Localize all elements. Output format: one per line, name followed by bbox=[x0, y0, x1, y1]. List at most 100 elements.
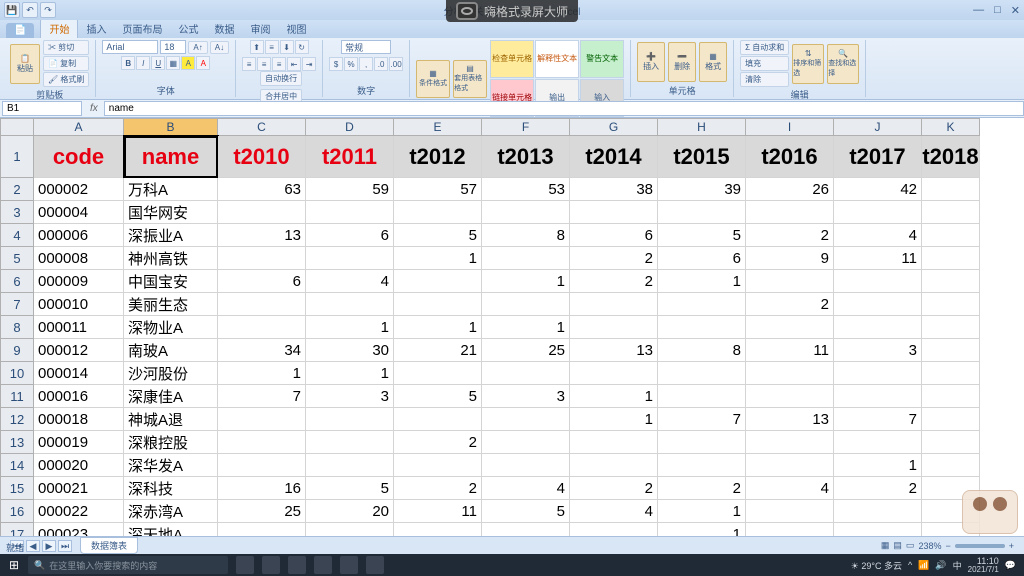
data-cell[interactable] bbox=[482, 201, 570, 224]
header-cell[interactable]: name bbox=[124, 136, 218, 178]
data-cell[interactable]: 000020 bbox=[34, 454, 124, 477]
data-cell[interactable]: 5 bbox=[306, 477, 394, 500]
row-header[interactable]: 17 bbox=[0, 523, 34, 536]
data-cell[interactable]: 000023 bbox=[34, 523, 124, 536]
data-cell[interactable]: 1 bbox=[306, 362, 394, 385]
data-cell[interactable] bbox=[658, 362, 746, 385]
data-cell[interactable]: 11 bbox=[834, 247, 922, 270]
task-icon[interactable] bbox=[314, 556, 332, 574]
row-header[interactable]: 14 bbox=[0, 454, 34, 477]
sheet-tab[interactable]: 数据簿表 bbox=[80, 537, 138, 554]
ribbon-tab[interactable]: 开始 bbox=[40, 18, 78, 38]
col-header[interactable]: B bbox=[124, 118, 218, 136]
data-cell[interactable] bbox=[834, 270, 922, 293]
data-cell[interactable]: 沙河股份 bbox=[124, 362, 218, 385]
data-cell[interactable] bbox=[922, 431, 980, 454]
align-top[interactable]: ⬆ bbox=[250, 40, 264, 54]
data-cell[interactable]: 000002 bbox=[34, 178, 124, 201]
data-cell[interactable] bbox=[570, 454, 658, 477]
ribbon-tab[interactable]: 页面布局 bbox=[114, 19, 170, 38]
data-cell[interactable]: 深康佳A bbox=[124, 385, 218, 408]
delete-cells[interactable]: ➖删除 bbox=[668, 42, 696, 82]
data-cell[interactable] bbox=[834, 500, 922, 523]
data-cell[interactable]: 1 bbox=[570, 385, 658, 408]
data-cell[interactable]: 000018 bbox=[34, 408, 124, 431]
data-cell[interactable]: 深赤湾A bbox=[124, 500, 218, 523]
header-cell[interactable]: t2014 bbox=[570, 136, 658, 178]
data-cell[interactable]: 000022 bbox=[34, 500, 124, 523]
insert-cells[interactable]: ➕插入 bbox=[637, 42, 665, 82]
data-cell[interactable]: 7 bbox=[658, 408, 746, 431]
file-menu[interactable]: 📄 bbox=[6, 23, 34, 38]
data-cell[interactable]: 神城A退 bbox=[124, 408, 218, 431]
font-size[interactable]: 18 bbox=[160, 40, 186, 54]
data-cell[interactable] bbox=[922, 316, 980, 339]
task-icon[interactable] bbox=[236, 556, 254, 574]
data-cell[interactable] bbox=[394, 408, 482, 431]
view-normal-icon[interactable]: ▦ bbox=[881, 540, 890, 551]
data-cell[interactable]: 4 bbox=[834, 224, 922, 247]
row-header[interactable]: 13 bbox=[0, 431, 34, 454]
data-cell[interactable]: 中国宝安 bbox=[124, 270, 218, 293]
data-cell[interactable]: 6 bbox=[306, 224, 394, 247]
currency[interactable]: $ bbox=[329, 57, 343, 71]
data-cell[interactable]: 南玻A bbox=[124, 339, 218, 362]
wrap-text[interactable]: 自动换行 bbox=[260, 71, 302, 86]
data-cell[interactable]: 25 bbox=[218, 500, 306, 523]
data-cell[interactable]: 3 bbox=[482, 385, 570, 408]
data-cell[interactable] bbox=[570, 431, 658, 454]
data-cell[interactable] bbox=[306, 454, 394, 477]
percent[interactable]: % bbox=[344, 57, 358, 71]
data-cell[interactable]: 16 bbox=[218, 477, 306, 500]
data-cell[interactable] bbox=[218, 293, 306, 316]
data-cell[interactable] bbox=[218, 316, 306, 339]
data-cell[interactable] bbox=[922, 224, 980, 247]
clear[interactable]: 清除 bbox=[740, 72, 789, 87]
ribbon-tab[interactable]: 数据 bbox=[206, 19, 242, 38]
col-header[interactable]: F bbox=[482, 118, 570, 136]
comma[interactable]: , bbox=[359, 57, 373, 71]
col-header[interactable]: H bbox=[658, 118, 746, 136]
qat-undo-icon[interactable]: ↶ bbox=[22, 2, 38, 18]
col-header[interactable]: G bbox=[570, 118, 658, 136]
data-cell[interactable]: 3 bbox=[306, 385, 394, 408]
shrink-font[interactable]: A↓ bbox=[210, 41, 229, 54]
data-cell[interactable] bbox=[746, 523, 834, 536]
data-cell[interactable] bbox=[922, 408, 980, 431]
data-cell[interactable] bbox=[834, 385, 922, 408]
data-cell[interactable]: 6 bbox=[570, 224, 658, 247]
data-cell[interactable]: 57 bbox=[394, 178, 482, 201]
data-cell[interactable]: 2 bbox=[394, 431, 482, 454]
data-cell[interactable]: 000019 bbox=[34, 431, 124, 454]
col-header[interactable]: E bbox=[394, 118, 482, 136]
col-header[interactable]: J bbox=[834, 118, 922, 136]
data-cell[interactable]: 神州高铁 bbox=[124, 247, 218, 270]
tray-net-icon[interactable]: 📶 bbox=[918, 560, 929, 571]
data-cell[interactable]: 2 bbox=[570, 247, 658, 270]
data-cell[interactable]: 3 bbox=[834, 339, 922, 362]
data-cell[interactable]: 美丽生态 bbox=[124, 293, 218, 316]
ribbon-tab[interactable]: 审阅 bbox=[242, 19, 278, 38]
task-icon[interactable] bbox=[262, 556, 280, 574]
data-cell[interactable]: 53 bbox=[482, 178, 570, 201]
data-cell[interactable]: 000014 bbox=[34, 362, 124, 385]
data-cell[interactable]: 1 bbox=[658, 500, 746, 523]
tray-ime-icon[interactable]: 中 bbox=[953, 559, 962, 572]
data-cell[interactable] bbox=[482, 431, 570, 454]
zoom-level[interactable]: 238% bbox=[918, 541, 941, 551]
qat-redo-icon[interactable]: ↷ bbox=[40, 2, 56, 18]
fill-color-button[interactable]: A bbox=[181, 56, 195, 70]
row-header[interactable]: 16 bbox=[0, 500, 34, 523]
zoom-in[interactable]: + bbox=[1009, 541, 1014, 551]
fill[interactable]: 填充 bbox=[740, 56, 789, 71]
data-cell[interactable]: 1 bbox=[394, 316, 482, 339]
data-cell[interactable]: 000004 bbox=[34, 201, 124, 224]
data-cell[interactable] bbox=[482, 408, 570, 431]
data-cell[interactable]: 1 bbox=[658, 270, 746, 293]
tray-notif-icon[interactable]: 💬 bbox=[1005, 560, 1016, 571]
data-cell[interactable] bbox=[922, 385, 980, 408]
row-header[interactable]: 11 bbox=[0, 385, 34, 408]
data-cell[interactable] bbox=[658, 293, 746, 316]
row-header[interactable]: 6 bbox=[0, 270, 34, 293]
tray-weather[interactable]: ☀ 29°C 多云 bbox=[851, 559, 902, 572]
